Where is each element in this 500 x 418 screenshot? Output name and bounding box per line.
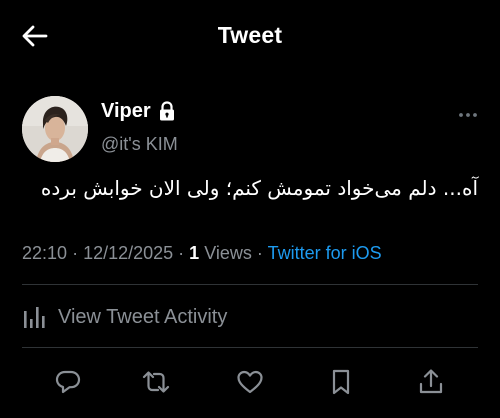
reply-button[interactable]	[52, 366, 84, 398]
activity-label: View Tweet Activity	[58, 305, 228, 328]
meta-separator: ·	[178, 243, 190, 263]
retweet-icon	[142, 371, 170, 393]
like-button[interactable]	[234, 366, 266, 398]
tweet-meta: 22:10 · 12/12/2025 · 1 Views · Twitter f…	[22, 243, 382, 264]
divider	[22, 347, 478, 348]
views-count: 1	[189, 243, 200, 263]
tweet-time: 22:10	[22, 243, 68, 263]
bookmark-icon	[332, 369, 350, 395]
tweet-source-link[interactable]: Twitter for iOS	[268, 243, 382, 263]
bar-chart-icon	[24, 307, 45, 328]
tweet-text: آه... دلم می‌خواد تمومش کنم؛ ولی الان خو…	[40, 176, 478, 200]
view-tweet-activity-button[interactable]: View Tweet Activity	[22, 300, 227, 334]
action-bar	[0, 362, 500, 402]
divider	[22, 284, 478, 285]
avatar[interactable]	[22, 96, 88, 162]
lock-icon	[158, 101, 176, 121]
top-bar: Tweet	[0, 0, 500, 70]
retweet-button[interactable]	[140, 366, 172, 398]
author-handle[interactable]: @it's KIM	[101, 134, 178, 155]
more-dots-icon	[459, 113, 477, 117]
meta-separator: ·	[72, 243, 84, 263]
bookmark-button[interactable]	[325, 366, 357, 398]
share-icon	[419, 369, 443, 394]
avatar-image	[22, 96, 88, 162]
views-label: Views	[204, 243, 252, 263]
reply-icon	[55, 370, 81, 394]
page-title: Tweet	[217, 22, 283, 48]
more-options-button[interactable]	[456, 107, 480, 123]
tweet-date: 12/12/2025	[83, 243, 174, 263]
share-button[interactable]	[415, 366, 447, 398]
display-name: Viper	[101, 99, 151, 122]
like-icon	[237, 370, 263, 394]
meta-separator: ·	[256, 243, 268, 263]
author-name-row[interactable]: Viper	[101, 98, 176, 124]
